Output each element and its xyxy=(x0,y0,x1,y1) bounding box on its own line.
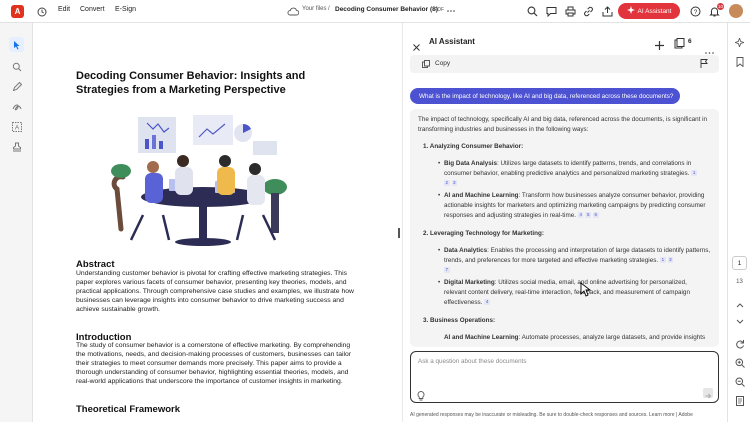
svg-text:?: ? xyxy=(693,9,697,16)
question-input[interactable]: Ask a question about these documents xyxy=(418,358,708,365)
right-tool-rail: 1 13 xyxy=(727,23,750,422)
document-title[interactable]: Decoding Consumer Behavior (8) xyxy=(335,6,438,13)
sources-icon[interactable] xyxy=(674,36,686,49)
citation-badge[interactable]: 7 xyxy=(444,267,450,274)
lightbulb-icon[interactable] xyxy=(417,388,427,401)
bullet-term: Data Analytics xyxy=(444,247,488,254)
stamp-tool-icon[interactable] xyxy=(9,139,24,154)
answer-group-title: 1. Analyzing Consumer Behavior: xyxy=(423,143,524,150)
share-icon[interactable] xyxy=(601,5,613,17)
menu-esign[interactable]: E-Sign xyxy=(115,6,136,13)
abstract-heading: Abstract xyxy=(76,259,115,270)
breadcrumb-your-files[interactable]: Your files xyxy=(302,6,326,12)
answer-bullet: • AI and Machine Learning: Automate proc… xyxy=(444,333,711,343)
answer-bullet: • Big Data Analysis: Utilizes large data… xyxy=(438,160,697,187)
sparkle-icon xyxy=(626,6,635,16)
document-viewer[interactable]: Decoding Consumer Behavior: Insights and… xyxy=(33,23,401,422)
page-down-icon[interactable] xyxy=(733,315,746,328)
citation-badge[interactable]: 4 xyxy=(484,299,490,306)
citation-badge[interactable]: 1 xyxy=(660,257,666,264)
more-options-icon[interactable] xyxy=(447,7,455,15)
document-type: PDF xyxy=(434,7,444,13)
menu-edit[interactable]: Edit xyxy=(58,6,70,13)
ai-assistant-button[interactable]: AI Assistant xyxy=(618,3,680,19)
pen-tool-icon[interactable] xyxy=(9,79,24,94)
citation-badge[interactable]: 1 xyxy=(691,170,697,177)
select-tool-icon[interactable] xyxy=(9,37,24,52)
notification-count-badge: 10 xyxy=(717,3,724,10)
office-meeting-illustration xyxy=(103,115,303,250)
menu-convert[interactable]: Convert xyxy=(80,6,105,13)
document-heading: Decoding Consumer Behavior: Insights and… xyxy=(76,70,306,96)
assistant-title: AI Assistant xyxy=(429,37,475,46)
send-icon[interactable] xyxy=(703,388,713,399)
flag-icon[interactable] xyxy=(700,59,709,69)
introduction-paragraph: The study of consumer behavior is a corn… xyxy=(76,342,352,385)
citation-badge[interactable]: 2 xyxy=(444,180,450,187)
source-count: 6 xyxy=(688,38,692,45)
assistant-answer: The impact of technology, specifically A… xyxy=(410,109,719,347)
history-icon[interactable] xyxy=(36,6,47,17)
cloud-icon xyxy=(287,5,299,17)
citation-badge[interactable]: 3 xyxy=(667,257,674,264)
zoom-in-icon[interactable] xyxy=(733,356,746,369)
rotate-icon[interactable] xyxy=(733,337,746,350)
sparkle-icon[interactable] xyxy=(733,36,746,49)
response-actions-row: Copy xyxy=(410,55,719,73)
help-icon[interactable]: ? xyxy=(689,5,701,17)
answer-bullet: • AI and Machine Learning: Transform how… xyxy=(438,192,706,219)
new-chat-plus-icon[interactable] xyxy=(655,37,665,50)
theoretical-framework-heading: Theoretical Framework xyxy=(76,404,181,415)
page-up-icon[interactable] xyxy=(733,298,746,311)
answer-bullet: • Digital Marketing: Utilizes social med… xyxy=(438,279,690,306)
zoom-comment-icon[interactable] xyxy=(9,59,24,74)
zoom-out-icon[interactable] xyxy=(733,375,746,388)
link-icon[interactable] xyxy=(582,5,594,17)
bullet-term: AI and Machine Learning xyxy=(444,334,519,341)
breadcrumb-separator: / xyxy=(328,6,330,12)
user-question-bubble: What is the impact of technology, like A… xyxy=(410,88,680,104)
ai-search-icon[interactable] xyxy=(526,5,538,17)
answer-group-title: 2. Leveraging Technology for Marketing: xyxy=(423,230,544,237)
answer-intro: The impact of technology, specifically A… xyxy=(418,116,707,133)
answer-group-title: 3. Business Operations: xyxy=(423,317,496,324)
svg-text:A: A xyxy=(14,124,19,131)
citation-badge[interactable]: 3 xyxy=(451,180,458,187)
total-pages: 13 xyxy=(736,279,743,285)
citation-badge[interactable]: 4 xyxy=(577,212,584,219)
bullet-term: Big Data Analysis xyxy=(444,160,497,167)
comment-icon[interactable] xyxy=(545,5,557,17)
bullet-text: : Automate processes, analyze large data… xyxy=(518,334,706,341)
top-bar: A Edit Convert E-Sign Your files / Decod… xyxy=(0,0,750,23)
citation-badge[interactable]: 6 xyxy=(593,212,599,219)
abstract-paragraph: Understanding customer behavior is pivot… xyxy=(76,270,354,313)
acrobat-logo-icon[interactable]: A xyxy=(11,5,24,18)
left-tool-rail: A xyxy=(0,23,33,422)
draw-loop-icon[interactable] xyxy=(9,99,24,114)
ai-assistant-panel: AI Assistant 6 Copy What is the impact o… xyxy=(402,23,727,422)
panel-resize-handle[interactable] xyxy=(398,228,400,238)
bookmark-icon[interactable] xyxy=(733,55,746,68)
text-tool-icon[interactable]: A xyxy=(9,119,24,134)
panel-more-icon[interactable] xyxy=(705,41,714,54)
assistant-header: AI Assistant 6 xyxy=(403,23,728,54)
ai-disclaimer: AI generated responses may be inaccurate… xyxy=(410,412,693,418)
mouse-cursor-icon xyxy=(580,282,592,298)
close-icon[interactable] xyxy=(413,38,421,51)
answer-bullet: • Data Analytics: Enables the processing… xyxy=(438,247,711,274)
question-input-box[interactable]: Ask a question about these documents xyxy=(410,351,719,403)
copy-icon[interactable] xyxy=(422,60,431,69)
bullet-term: AI and Machine Learning xyxy=(444,192,519,199)
page-thumbnails-icon[interactable] xyxy=(733,394,746,407)
current-page-input[interactable]: 1 xyxy=(732,256,747,270)
print-icon[interactable] xyxy=(564,5,576,17)
ai-assistant-button-label: AI Assistant xyxy=(637,7,672,15)
user-avatar[interactable] xyxy=(729,4,743,18)
bullet-term: Digital Marketing xyxy=(444,279,495,286)
copy-button[interactable]: Copy xyxy=(435,60,450,67)
citation-badge[interactable]: 5 xyxy=(585,212,591,219)
